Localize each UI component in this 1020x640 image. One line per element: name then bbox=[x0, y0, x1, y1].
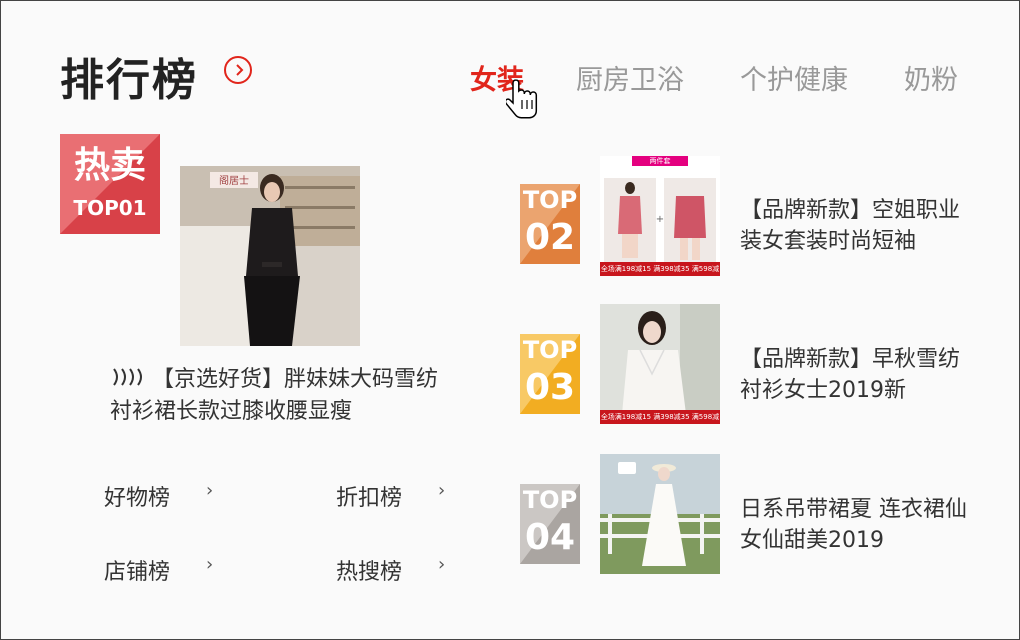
product-tag: 两件套 bbox=[632, 156, 688, 166]
hand-pointer-icon bbox=[506, 79, 538, 119]
link-label: 好物榜 bbox=[104, 486, 171, 511]
rank-badge-03: TOP 03 bbox=[520, 334, 580, 414]
rank-02-description[interactable]: 【品牌新款】空姐职业装女套装时尚短袖 bbox=[740, 195, 970, 257]
svg-text:+: + bbox=[656, 214, 664, 225]
link-stores[interactable]: 店铺榜 › bbox=[104, 554, 214, 586]
rank-label: TOP bbox=[522, 186, 578, 214]
hot-product-title: 【京选好货】胖妹妹大码雪纺衬衫裙长款过膝收腰显瘦 bbox=[110, 367, 439, 424]
promo-strip: 全场满198减15 满398减35 满598减58 bbox=[600, 262, 720, 276]
blouse-photo bbox=[600, 304, 720, 424]
tab-personal-care[interactable]: 个护健康 bbox=[740, 58, 848, 97]
rank-number: 02 bbox=[524, 217, 576, 258]
link-good-items[interactable]: 好物榜 › bbox=[104, 480, 214, 512]
chevron-right-icon bbox=[236, 64, 244, 76]
page-title: 排行榜 bbox=[60, 55, 198, 106]
link-label: 折扣榜 bbox=[336, 486, 403, 511]
suit-photo: + bbox=[604, 178, 716, 262]
rank-number: 03 bbox=[524, 367, 576, 408]
rank-04-image[interactable] bbox=[600, 454, 720, 574]
link-hot-search[interactable]: 热搜榜 › bbox=[336, 554, 446, 586]
rank-badge-02: TOP 02 bbox=[520, 184, 580, 264]
rank-badge-04: TOP 04 bbox=[520, 484, 580, 564]
link-label: 店铺榜 bbox=[104, 560, 171, 585]
chevron-right-icon: › bbox=[206, 554, 214, 575]
rank-label: TOP bbox=[522, 486, 578, 514]
rank-label: TOP bbox=[522, 336, 578, 364]
rank-02-image[interactable]: 两件套 + 全场满198减15 满398减35 满598减58 bbox=[600, 156, 720, 276]
promo-strip: 全场满198减15 满398减35 满598减58 bbox=[600, 410, 720, 424]
chevron-right-icon: › bbox=[438, 480, 446, 501]
tab-milk-powder[interactable]: 奶粉 bbox=[904, 58, 958, 97]
rank-number: 04 bbox=[524, 517, 576, 558]
ranking-more-button[interactable] bbox=[224, 56, 252, 84]
link-discount[interactable]: 折扣榜 › bbox=[336, 480, 446, 512]
tab-kitchen-bath[interactable]: 厨房卫浴 bbox=[576, 58, 684, 97]
hot-product-description[interactable]: 【京选好货】胖妹妹大码雪纺衬衫裙长款过膝收腰显瘦 bbox=[110, 364, 440, 428]
link-label: 热搜榜 bbox=[336, 560, 403, 585]
sound-wave-icon bbox=[113, 368, 142, 386]
sundress-photo bbox=[600, 454, 720, 574]
store-sign: 阁居士 bbox=[219, 174, 249, 187]
rank-04-description[interactable]: 日系吊带裙夏 连衣裙仙女仙甜美2019 bbox=[740, 494, 970, 556]
rank-03-image[interactable]: 全场满198减15 满398减35 满598减58 bbox=[600, 304, 720, 424]
hot-product-image[interactable]: 阁居士 bbox=[180, 166, 360, 346]
chevron-right-icon: › bbox=[438, 554, 446, 575]
rank-03-description[interactable]: 【品牌新款】早秋雪纺衬衫女士2019新 bbox=[740, 344, 970, 406]
chevron-right-icon: › bbox=[206, 480, 214, 501]
hot-badge: 热卖 TOP01 bbox=[60, 134, 160, 234]
hot-badge-rank: TOP01 bbox=[73, 196, 147, 220]
dress-photo: 阁居士 bbox=[180, 166, 360, 346]
hot-badge-title: 热卖 bbox=[73, 145, 146, 186]
